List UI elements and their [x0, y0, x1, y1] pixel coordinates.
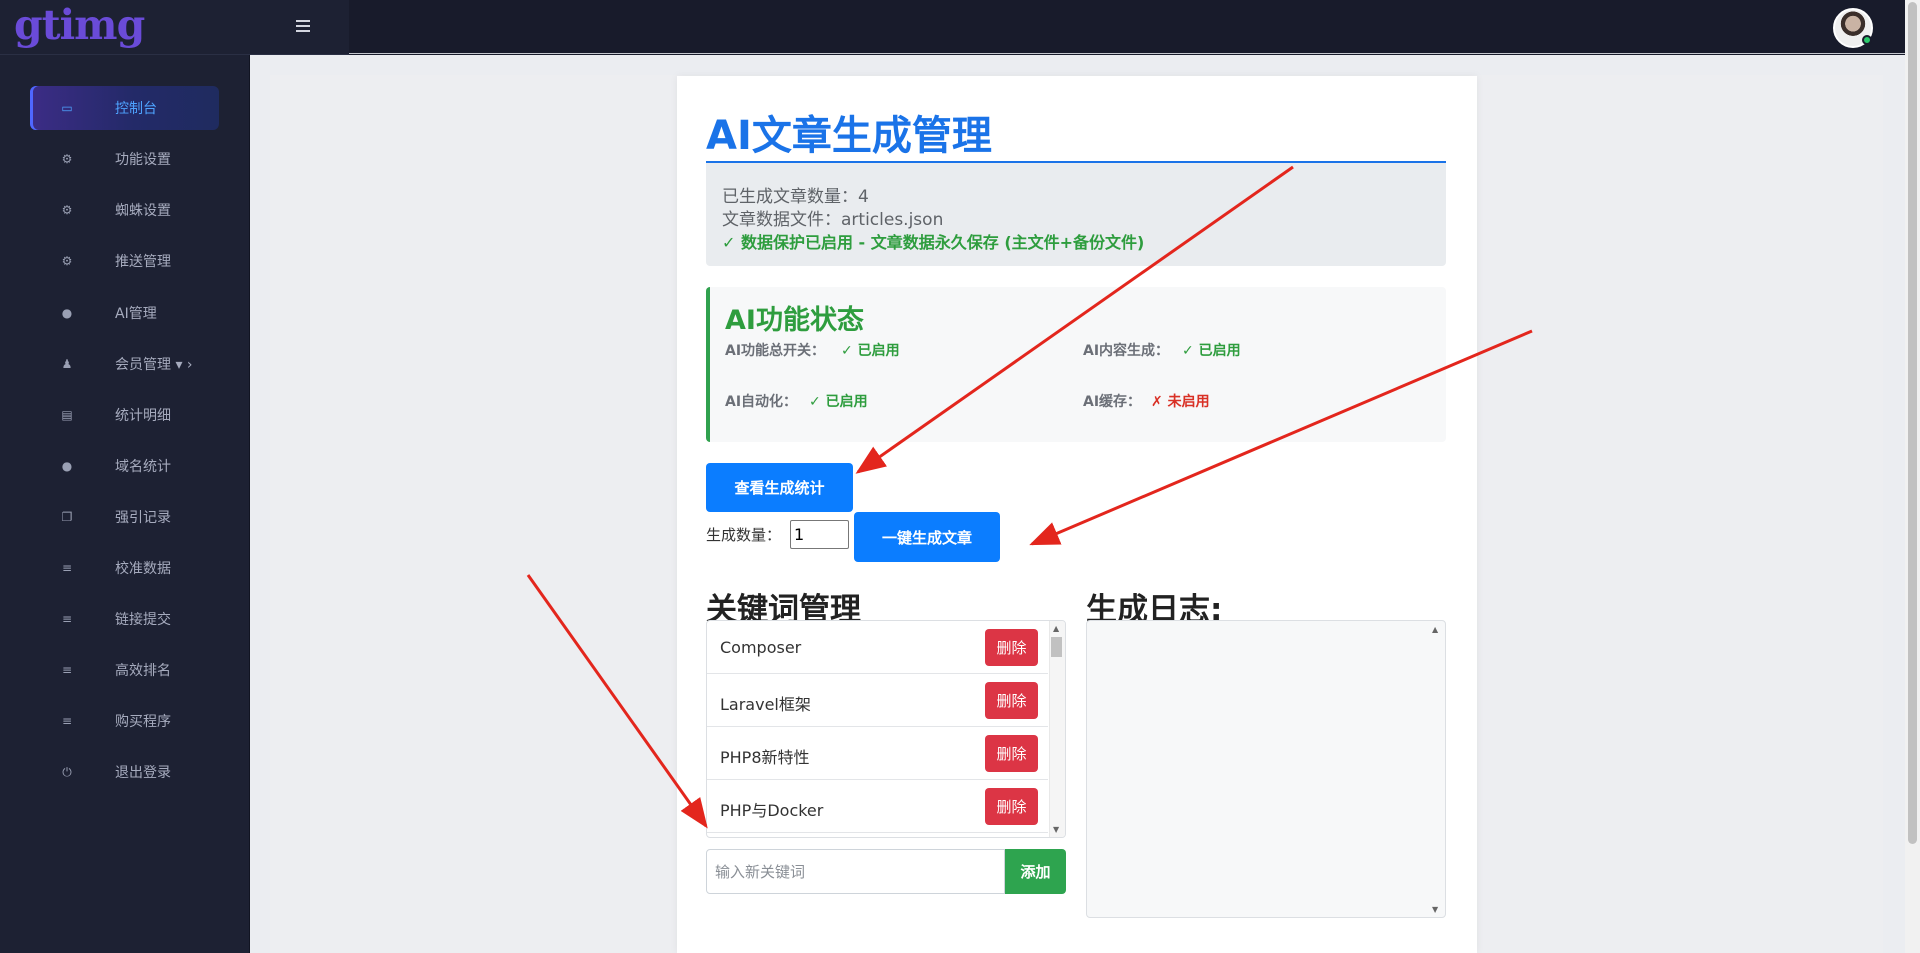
- list-item: Composer 删除: [707, 621, 1048, 674]
- generation-log[interactable]: ▲ ▼: [1086, 620, 1446, 918]
- new-keyword-input[interactable]: [706, 849, 1005, 894]
- delete-keyword-button[interactable]: 删除: [985, 788, 1038, 825]
- list-icon: ≡: [61, 561, 73, 575]
- laptop-icon: ▭: [61, 101, 73, 115]
- delete-keyword-button[interactable]: 删除: [985, 735, 1038, 772]
- scroll-down-icon[interactable]: ▼: [1432, 905, 1438, 914]
- ai-master-switch-label: AI功能总开关：: [725, 343, 826, 359]
- data-file-text: 文章数据文件：articles.json: [722, 210, 944, 230]
- ai-cache-value: ✗ 未启用: [1151, 394, 1210, 410]
- top-bar-divider: [349, 53, 1920, 54]
- sidebar-item-7[interactable]: ● 域名统计: [30, 444, 219, 488]
- page-title: AI文章生成管理: [706, 113, 992, 159]
- sidebar-item-4[interactable]: ● AI管理: [30, 291, 219, 335]
- power-icon: ⏻: [62, 765, 72, 779]
- sidebar-item-label: 强引记录: [115, 510, 171, 526]
- ai-automation-label: AI自动化：: [725, 394, 798, 410]
- sidebar-item-10[interactable]: ≡ 链接提交: [30, 597, 219, 641]
- delete-keyword-button[interactable]: 删除: [985, 682, 1038, 719]
- list-item: PHP8新特性 删除: [707, 727, 1048, 780]
- keyword-text: PHP8新特性: [720, 748, 810, 767]
- brand-area: gtimg: [0, 0, 349, 55]
- keyword-text: Composer: [720, 638, 802, 657]
- ai-cache-label: AI缓存：: [1083, 394, 1142, 410]
- sidebar-item-label: 退出登录: [115, 765, 171, 781]
- data-protection-status: ✓ 数据保护已启用 - 文章数据永久保存 (主文件+备份文件): [722, 233, 1145, 252]
- sidebar-item-label: 功能设置: [115, 152, 171, 168]
- sidebar-item-label: 蜘蛛设置: [115, 203, 171, 219]
- ai-automation-value: ✓ 已启用: [809, 394, 868, 410]
- sidebar-item-label: 链接提交: [115, 612, 171, 628]
- ai-status-title: AI功能状态: [725, 305, 864, 336]
- cogs-icon: ⚙: [61, 152, 73, 166]
- keyword-text: PHP与Docker: [720, 801, 824, 820]
- sidebar-item-12[interactable]: ≡ 购买程序: [30, 699, 219, 743]
- list-icon: ≡: [61, 663, 73, 677]
- scroll-up-icon[interactable]: ▲: [1432, 625, 1438, 634]
- globe-icon: ●: [61, 459, 73, 473]
- cogs-icon: ⚙: [61, 254, 73, 268]
- scroll-down-icon[interactable]: ▼: [1053, 825, 1059, 834]
- sidebar-item-label: 高效排名: [115, 663, 171, 679]
- hamburger-menu-icon[interactable]: [290, 17, 315, 37]
- qty-label: 生成数量：: [706, 526, 782, 544]
- users-icon: ♟: [61, 357, 73, 371]
- bar-chart-icon: ▤: [61, 408, 73, 422]
- sidebar-item-13[interactable]: ⏻ 退出登录: [30, 750, 219, 794]
- sidebar-item-8[interactable]: ❐ 强引记录: [30, 495, 219, 539]
- list-item: PHP与Docker 删除: [707, 780, 1048, 833]
- page-scroll-thumb[interactable]: [1908, 2, 1917, 844]
- add-keyword-button[interactable]: 添加: [1005, 849, 1066, 894]
- scroll-up-icon[interactable]: ▲: [1053, 624, 1059, 633]
- qty-input[interactable]: [790, 520, 849, 549]
- logo[interactable]: gtimg: [14, 0, 145, 50]
- keyword-list[interactable]: Composer 删除 Laravel框架 删除 PHP8新特性 删除 PHP与…: [706, 620, 1066, 838]
- sidebar-item-label: 统计明细: [115, 408, 171, 424]
- sidebar-item-label: AI管理: [115, 306, 157, 322]
- list-item: Laravel框架 删除: [707, 674, 1048, 727]
- sidebar-item-2[interactable]: ⚙ 蜘蛛设置: [30, 188, 219, 232]
- sidebar-item-label: 控制台: [115, 101, 157, 117]
- sidebar-item-3[interactable]: ⚙ 推送管理: [30, 239, 219, 283]
- sidebar-item-label: 购买程序: [115, 714, 171, 730]
- sidebar-item-9[interactable]: ≡ 校准数据: [30, 546, 219, 590]
- generate-articles-button[interactable]: 一键生成文章: [854, 512, 1000, 562]
- sidebar-item-0[interactable]: ▭ 控制台: [30, 86, 219, 130]
- sidebar-divider: [249, 55, 250, 953]
- ai-content-gen-label: AI内容生成：: [1083, 343, 1170, 359]
- sidebar-item-5[interactable]: ♟ 会员管理 ▾ ›: [30, 342, 219, 386]
- sidebar-item-label: 会员管理 ▾ ›: [115, 357, 193, 373]
- sidebar-item-label: 推送管理: [115, 254, 171, 270]
- sidebar-item-6[interactable]: ▤ 统计明细: [30, 393, 219, 437]
- sidebar-item-11[interactable]: ≡ 高效排名: [30, 648, 219, 692]
- article-count-text: 已生成文章数量：4: [722, 187, 869, 207]
- sidebar-item-label: 校准数据: [115, 561, 171, 577]
- ai-content-gen-value: ✓ 已启用: [1182, 343, 1241, 359]
- sidebar-item-label: 域名统计: [115, 459, 171, 475]
- sidebar-item-1[interactable]: ⚙ 功能设置: [30, 137, 219, 181]
- list-icon: ≡: [61, 612, 73, 626]
- globe-icon: ●: [61, 306, 73, 320]
- keyword-list-scroll-thumb[interactable]: [1051, 637, 1062, 657]
- cogs-icon: ⚙: [61, 203, 73, 217]
- delete-keyword-button[interactable]: 删除: [985, 629, 1038, 666]
- online-status-icon: [1862, 35, 1872, 45]
- keyword-text: Laravel框架: [720, 695, 811, 714]
- ai-master-switch-value: ✓ 已启用: [841, 343, 900, 359]
- copy-icon: ❐: [61, 510, 73, 524]
- list-icon: ≡: [61, 714, 73, 728]
- view-stats-button[interactable]: 查看生成统计: [706, 463, 853, 512]
